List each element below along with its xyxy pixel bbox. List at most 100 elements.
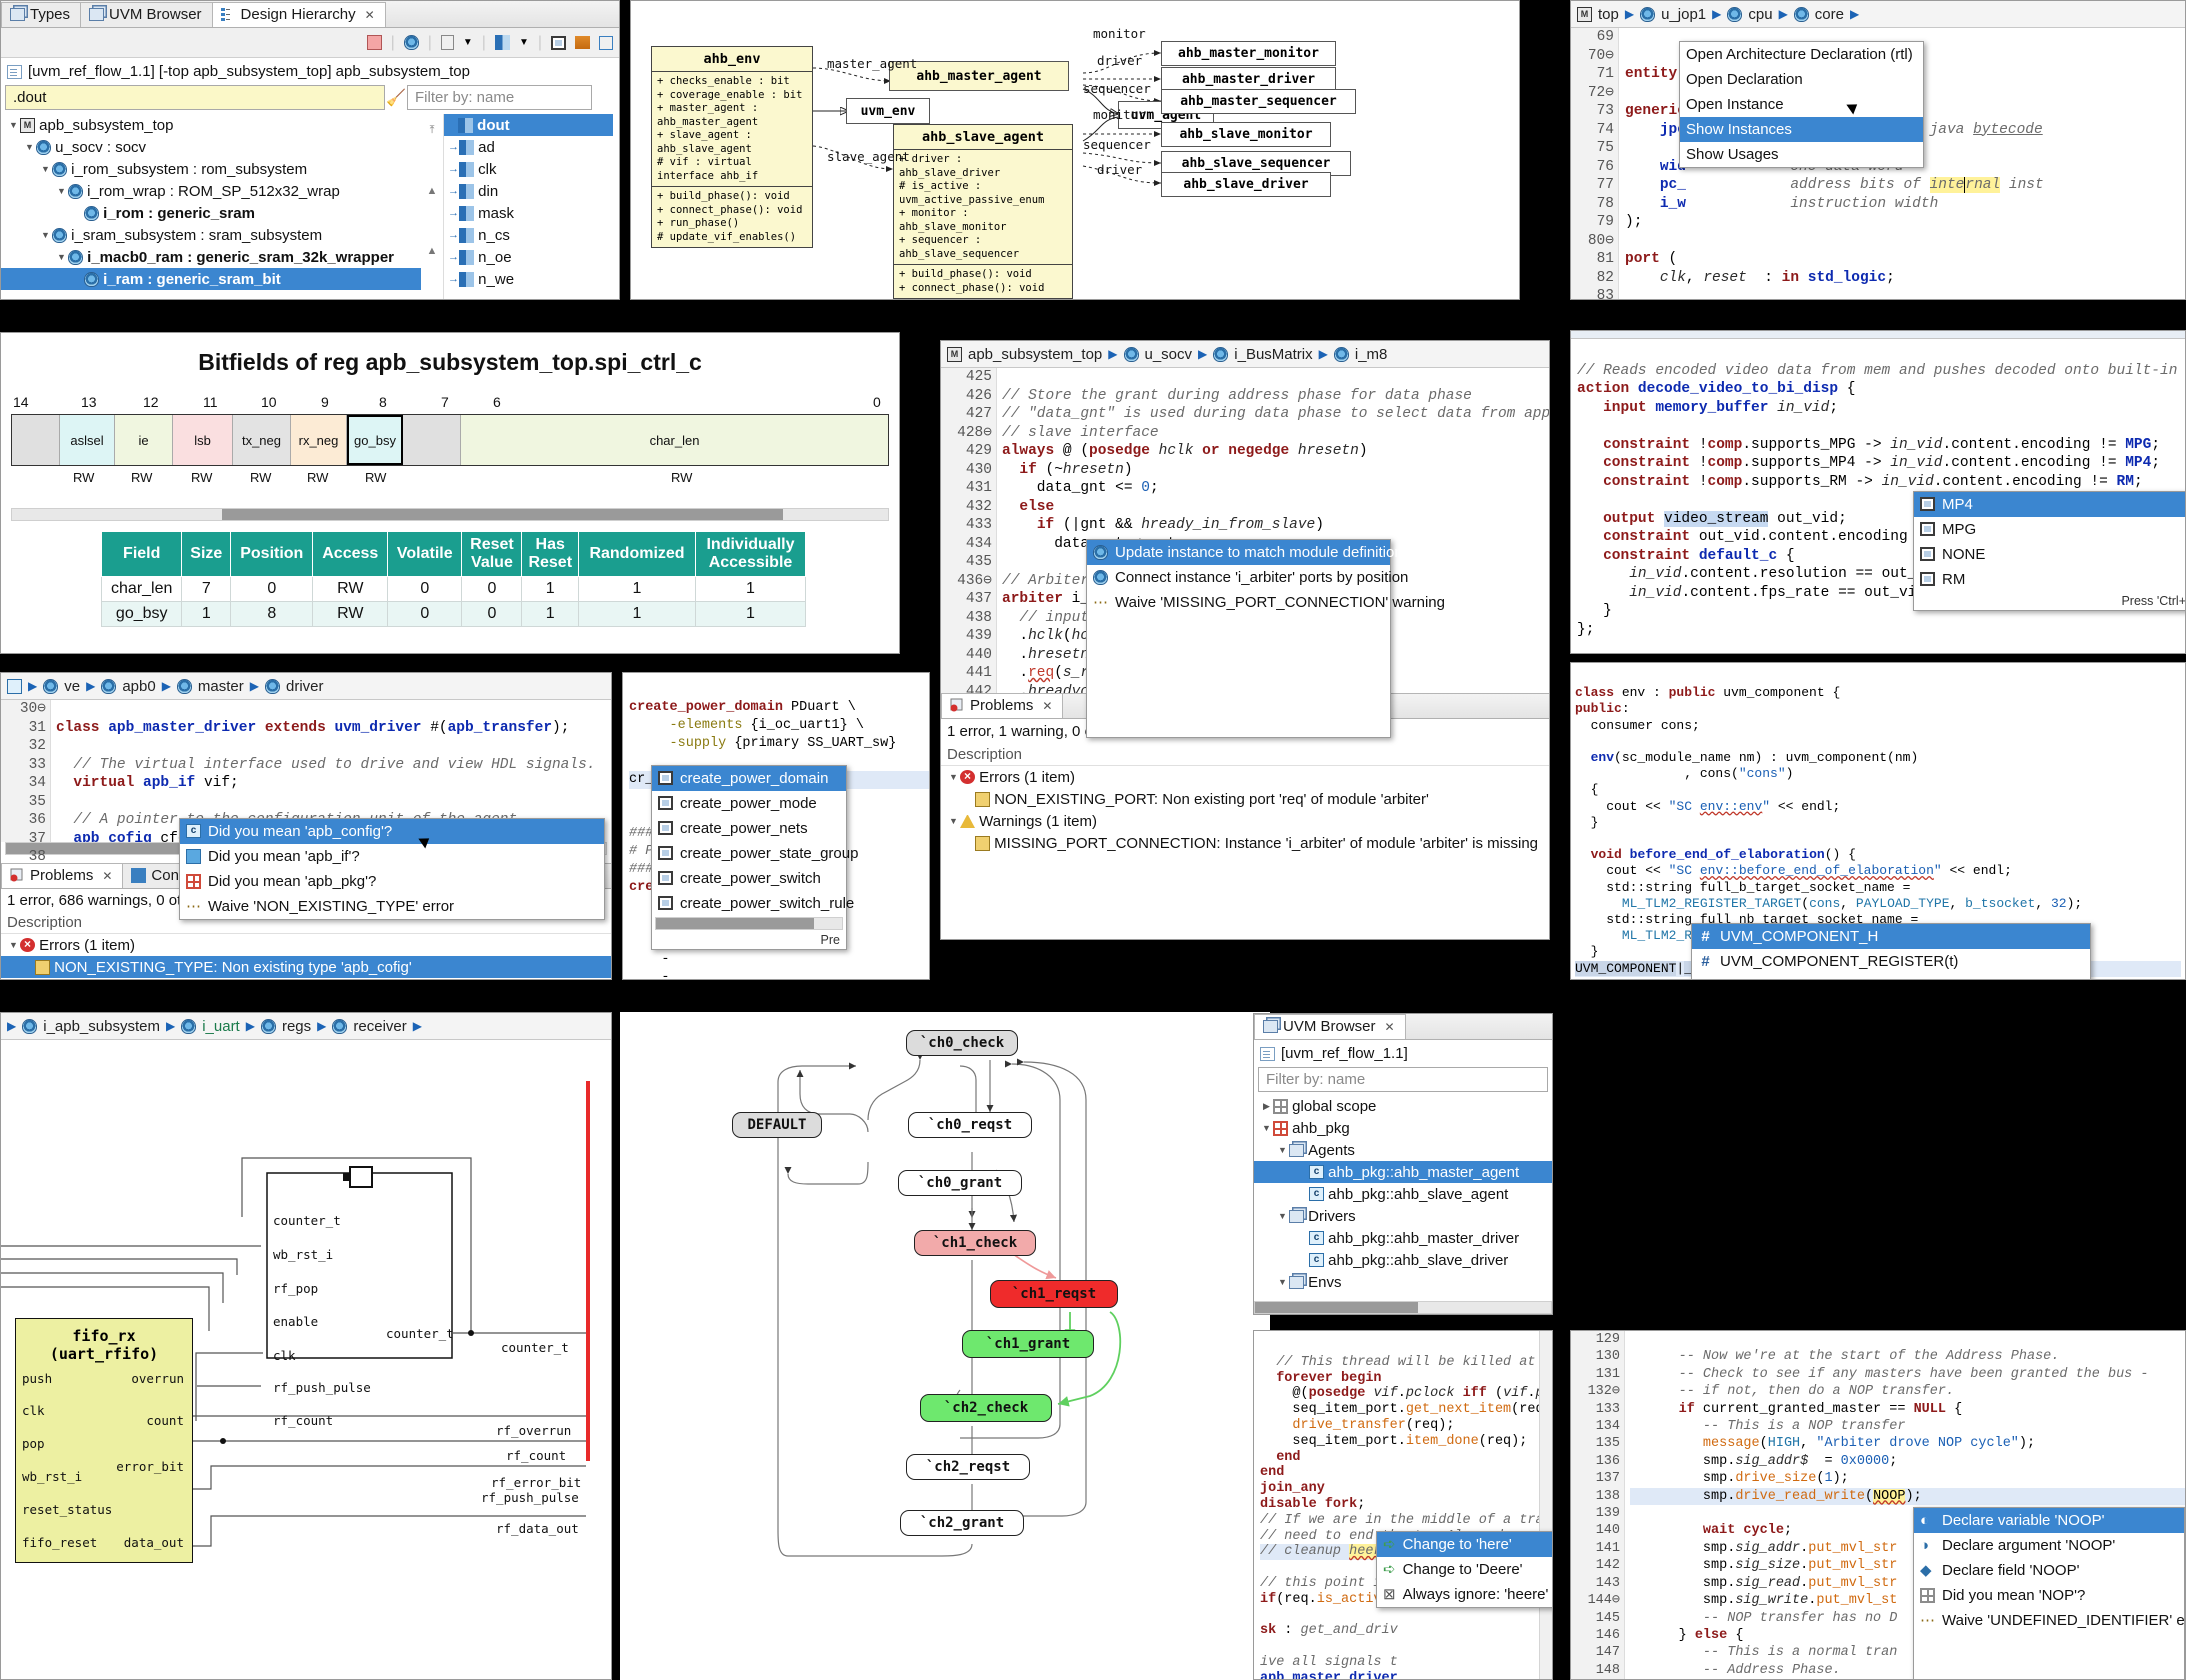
- menu-item[interactable]: ◑ Declare argument 'NOOP': [1914, 1533, 2184, 1558]
- tree-item[interactable]: ▼ i_rom_subsystem : rom_subsystem: [1, 158, 421, 180]
- signal-item[interactable]: → n_we: [444, 268, 613, 290]
- bitfield-table[interactable]: Field Size Position Access Volatile Rese…: [100, 531, 806, 627]
- close-icon[interactable]: ✕: [102, 869, 112, 883]
- completion-item[interactable]: create_power_mode: [652, 791, 846, 816]
- fsm-node-ch2-check[interactable]: `ch2_check: [920, 1394, 1052, 1422]
- close-icon[interactable]: ✕: [365, 8, 375, 22]
- tree-item[interactable]: ahb_pkg::ahb_master_driver: [1254, 1227, 1552, 1249]
- tree-item[interactable]: ▶ global scope: [1254, 1095, 1552, 1117]
- menu-item[interactable]: Show Instances: [1680, 117, 1923, 142]
- close-icon[interactable]: ✕: [1385, 1020, 1395, 1034]
- tab-design-hierarchy[interactable]: Design Hierarchy ✕: [211, 2, 386, 27]
- systemc-completion-popup[interactable]: # UVM_COMPONENT_H # UVM_COMPONENT_REGISTER…: [1691, 923, 2091, 979]
- fsm-node-ch0-reqst[interactable]: `ch0_reqst: [908, 1112, 1032, 1138]
- completion-item[interactable]: MPG: [1914, 517, 2185, 542]
- e-quickfix-menu[interactable]: ◐ Declare variable 'NOOP' ◑ Declare argume…: [1913, 1507, 2185, 1679]
- expander-icon[interactable]: ▼: [39, 164, 52, 174]
- signal-item[interactable]: dout: [444, 114, 613, 136]
- uvm-tree[interactable]: ▶ global scope ▼ ahb_pkg ▼ Agents ahb_pk…: [1254, 1095, 1552, 1293]
- chevron-down-icon-2[interactable]: ▼: [519, 37, 529, 48]
- uml-node-ahb-slave-monitor[interactable]: ahb_slave_monitor: [1161, 122, 1331, 147]
- bitfield-cell[interactable]: lsb: [173, 415, 233, 465]
- menu-item[interactable]: ⊠ Always ignore: 'heere': [1377, 1582, 1552, 1607]
- menu-item[interactable]: Show Usages: [1680, 142, 1923, 167]
- expander-icon[interactable]: ▼: [1260, 1123, 1273, 1133]
- completion-item[interactable]: create_power_nets: [652, 816, 846, 841]
- menu-item[interactable]: ⋯ Waive 'NON_EXISTING_TYPE' error: [180, 894, 604, 919]
- signal-item[interactable]: → clk: [444, 158, 613, 180]
- tree-item[interactable]: ▼ Drivers: [1254, 1205, 1552, 1227]
- fsm-node-ch0-grant[interactable]: `ch0_grant: [898, 1170, 1022, 1196]
- expander-icon[interactable]: ▶: [1260, 1101, 1273, 1112]
- signal-item[interactable]: → mask: [444, 202, 613, 224]
- completion-item[interactable]: MP4: [1914, 492, 2185, 517]
- tree-item[interactable]: ▼ Envs: [1254, 1271, 1552, 1293]
- table-row[interactable]: char_len 7 0 RW 0 0 1 1 1: [100, 576, 806, 602]
- completion-item[interactable]: # UVM_COMPONENT_REGISTER(t): [1692, 949, 2090, 974]
- completion-item[interactable]: create_power_state_group: [652, 841, 858, 866]
- tree-item[interactable]: ahb_pkg::ahb_slave_driver: [1254, 1249, 1552, 1271]
- tab-types[interactable]: Types: [1, 2, 82, 27]
- tree-item[interactable]: ▼ apb_subsystem_top: [1, 114, 421, 136]
- expander-icon[interactable]: ▼: [1276, 1145, 1289, 1155]
- bitfield-strip[interactable]: aslsel ie lsb tx_neg rx_neg go_bsy char_…: [11, 414, 889, 466]
- upf-completion-popup[interactable]: create_power_domain create_power_mode cr…: [651, 765, 858, 950]
- vhdl-context-menu[interactable]: Open Architecture Declaration (rtl) Open…: [1679, 41, 1924, 168]
- uvm-horizontal-scrollbar[interactable]: [1254, 1301, 1552, 1314]
- expander-icon[interactable]: ▼: [947, 816, 960, 826]
- signal-item[interactable]: → n_cs: [444, 224, 613, 246]
- tree-item[interactable]: ▼ u_socv : socv: [1, 136, 421, 158]
- problem-item[interactable]: NON_EXISTING_PORT: Non existing port 're…: [941, 788, 1549, 810]
- scroll-down-icon[interactable]: ▲: [427, 245, 438, 257]
- menu-item[interactable]: Open Declaration: [1680, 67, 1923, 92]
- uml-node-ahb-slave-driver[interactable]: ahb_slave_driver: [1161, 172, 1331, 197]
- expander-icon[interactable]: ▼: [39, 230, 52, 240]
- fsm-node-ch2-grant[interactable]: `ch2_grant: [900, 1510, 1024, 1536]
- completion-item[interactable]: # UVM_COMPONENT_H: [1692, 924, 2090, 949]
- uml-node-ahb-master-sequencer[interactable]: ahb_master_sequencer: [1161, 89, 1356, 114]
- table-row[interactable]: go_bsy 1 8 RW 0 0 1 1 1: [100, 601, 806, 627]
- menu-item[interactable]: Did you mean 'apb_config'?: [180, 819, 604, 844]
- uvm-filter-input[interactable]: Filter by: name: [1258, 1067, 1548, 1092]
- breadcrumb[interactable]: apb_subsystem_top ▶u_socv ▶i_BusMatrix ▶…: [941, 341, 1549, 368]
- tab-problems[interactable]: Problems ✕: [941, 693, 1064, 718]
- scroll-up-icon[interactable]: ▲: [427, 185, 438, 197]
- completion-item[interactable]: create_power_switch: [652, 866, 846, 891]
- fifo-rx-block[interactable]: fifo_rx (uart_rfifo) push clk pop wb_rst…: [15, 1318, 193, 1563]
- menu-item[interactable]: Did you mean 'apb_pkg'?: [180, 869, 604, 894]
- export-icon[interactable]: [575, 36, 590, 49]
- tree-item[interactable]: ▼ ahb_pkg: [1254, 1117, 1552, 1139]
- fsm-node-ch2-reqst[interactable]: `ch2_reqst: [906, 1454, 1030, 1480]
- tab-uvm-browser[interactable]: UVM Browser: [80, 2, 213, 27]
- completion-item[interactable]: NONE: [1914, 542, 2185, 567]
- tree-item[interactable]: ▼ Agents: [1254, 1139, 1552, 1161]
- breadcrumb[interactable]: top ▶u_jop1 ▶cpu ▶core ▶: [1571, 1, 2185, 28]
- expander-icon[interactable]: ▼: [55, 252, 68, 262]
- fsm-node-default[interactable]: DEFAULT: [732, 1112, 822, 1138]
- menu-item[interactable]: Connect instance 'i_arbiter' ports by po…: [1087, 565, 1408, 590]
- bug-icon[interactable]: [403, 35, 419, 50]
- tree-item[interactable]: ahb_pkg::ahb_slave_agent: [1254, 1183, 1552, 1205]
- problem-item[interactable]: MISSING_PORT_CONNECTION: Instance 'i_arb…: [941, 832, 1549, 854]
- sort-icon[interactable]: [494, 35, 510, 50]
- completion-item[interactable]: RM: [1914, 567, 2185, 592]
- problems-group[interactable]: ▼ Warnings (1 item): [941, 810, 1549, 832]
- signal-list[interactable]: dout → ad → clk → din → mask → n_cs → n_…: [443, 114, 613, 299]
- fsm-node-ch1-check[interactable]: `ch1_check: [914, 1230, 1036, 1256]
- expander-icon[interactable]: ▼: [55, 186, 68, 196]
- bitfield-cell[interactable]: aslsel: [60, 415, 115, 465]
- bitfield-cell[interactable]: [403, 415, 461, 465]
- signal-item[interactable]: → n_oe: [444, 246, 613, 268]
- uml-class-ahb-slave-agent[interactable]: ahb_slave_agent + driver : ahb_slave_dri…: [893, 124, 1073, 299]
- tree-item[interactable]: ahb_pkg::ahb_master_agent: [1254, 1161, 1552, 1183]
- menu-item[interactable]: Open Instance: [1680, 92, 1923, 117]
- expander-icon[interactable]: ▼: [947, 772, 960, 782]
- expander-icon[interactable]: ▼: [1276, 1211, 1289, 1221]
- chevron-down-icon[interactable]: ▼: [463, 37, 473, 48]
- menu-item[interactable]: ◐ Declare variable 'NOOP': [1914, 1508, 2184, 1533]
- problems-tree[interactable]: ▼ Errors (1 item) NON_EXISTING_TYPE: Non…: [1, 934, 611, 978]
- tree-item[interactable]: ▼ i_rom_wrap : ROM_SP_512x32_wrap: [1, 180, 421, 202]
- completion-item[interactable]: create_power_domain: [652, 766, 846, 791]
- menu-item[interactable]: ◆ Declare field 'NOOP': [1914, 1558, 2184, 1583]
- close-icon[interactable]: ✕: [1042, 699, 1052, 713]
